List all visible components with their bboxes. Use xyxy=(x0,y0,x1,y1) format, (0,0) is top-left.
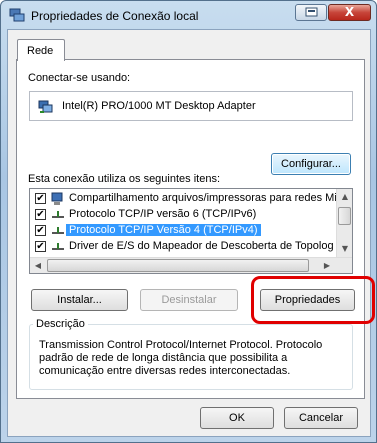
item-checkbox[interactable]: ✔ xyxy=(35,241,46,252)
scroll-left-icon[interactable]: ◀ xyxy=(30,258,46,273)
install-label: Instalar... xyxy=(57,294,102,306)
item-checkbox[interactable]: ✔ xyxy=(35,209,46,220)
network-connection-icon xyxy=(9,8,25,22)
horizontal-scroll-thumb[interactable] xyxy=(47,259,309,272)
dialog-window: Propriedades de Conexão local X Rede Con… xyxy=(0,0,377,443)
ok-label: OK xyxy=(229,412,245,424)
scroll-down-icon[interactable]: ▼ xyxy=(337,241,352,257)
configure-button[interactable]: Configurar... xyxy=(271,153,351,175)
properties-highlight xyxy=(251,276,375,324)
vertical-scroll-thumb[interactable] xyxy=(338,207,351,225)
description-title: Descrição xyxy=(33,318,88,330)
network-client-icon xyxy=(51,192,63,205)
vertical-scrollbar[interactable]: ▲ ▼ xyxy=(336,189,352,257)
uninstall-label: Desinstalar xyxy=(161,294,217,306)
tab-label: Rede xyxy=(27,45,54,57)
horizontal-scrollbar[interactable]: ◀ ▶ xyxy=(30,257,352,273)
scroll-right-icon[interactable]: ▶ xyxy=(319,258,335,273)
description-text: Transmission Control Protocol/Internet P… xyxy=(39,339,323,377)
list-item[interactable]: ✔ Protocolo TCP/IP versão 6 (TCP/IPv6) xyxy=(30,207,337,223)
protocol-icon xyxy=(52,243,64,250)
help-icon xyxy=(305,7,318,17)
title-bar[interactable]: Propriedades de Conexão local X xyxy=(1,1,376,29)
adapter-field: Intel(R) PRO/1000 MT Desktop Adapter xyxy=(29,91,353,121)
uninstall-button[interactable]: Desinstalar xyxy=(140,289,238,311)
protocol-icon xyxy=(52,211,64,218)
items-section-label: Esta conexão utiliza os seguintes itens: xyxy=(28,173,221,185)
list-item[interactable]: ✔ Compartilhamento arquivos/impressoras … xyxy=(30,191,342,207)
window-title: Propriedades de Conexão local xyxy=(31,9,199,23)
configure-label: Configurar... xyxy=(281,158,341,170)
close-button[interactable]: X xyxy=(328,4,371,21)
cancel-button[interactable]: Cancelar xyxy=(284,407,358,429)
list-item[interactable]: ✔ Driver de E/S do Mapeador de Descobert… xyxy=(30,239,337,255)
tab-page-rede: Conectar-se usando: Intel(R) PRO/1000 MT… xyxy=(16,59,375,399)
item-label: Compartilhamento arquivos/impressoras pa… xyxy=(69,192,343,204)
item-label: Protocolo TCP/IP versão 6 (TCP/IPv6) xyxy=(69,208,257,220)
scroll-up-icon[interactable]: ▲ xyxy=(337,189,352,205)
cancel-label: Cancelar xyxy=(298,412,344,424)
item-checkbox[interactable]: ✔ xyxy=(35,193,46,204)
network-adapter-icon xyxy=(38,100,53,113)
adapter-name: Intel(R) PRO/1000 MT Desktop Adapter xyxy=(62,100,256,112)
item-checkbox[interactable]: ✔ xyxy=(35,225,46,236)
list-item-selected[interactable]: ✔ Protocolo TCP/IP Versão 4 (TCP/IPv4) xyxy=(30,223,337,239)
install-button[interactable]: Instalar... xyxy=(31,289,128,311)
item-label: Protocolo TCP/IP Versão 4 (TCP/IPv4) xyxy=(66,224,261,236)
dialog-body: Rede Conectar-se usando: Intel(R) PRO/10… xyxy=(7,29,375,437)
protocol-icon xyxy=(52,227,64,234)
ok-button[interactable]: OK xyxy=(200,407,274,429)
item-label: Driver de E/S do Mapeador de Descoberta … xyxy=(69,240,334,252)
connect-using-label: Conectar-se usando: xyxy=(28,72,131,84)
components-list[interactable]: ✔ Compartilhamento arquivos/impressoras … xyxy=(29,188,353,274)
help-button[interactable] xyxy=(295,4,327,21)
tab-rede[interactable]: Rede xyxy=(17,39,65,61)
